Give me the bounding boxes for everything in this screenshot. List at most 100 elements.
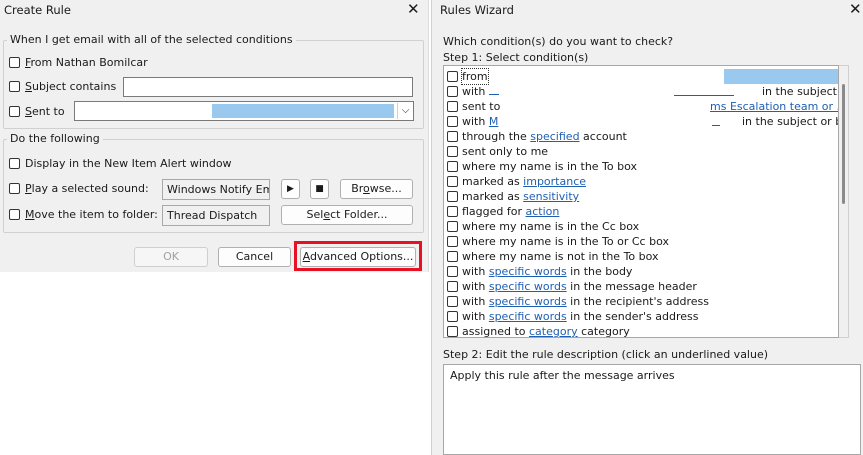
condition-row[interactable]: with specific words in the recipient's a…	[444, 294, 834, 309]
condition-row[interactable]: with in the subject	[444, 84, 837, 99]
condition-link[interactable]: action	[526, 205, 560, 218]
condition-link[interactable]: category	[529, 325, 578, 337]
rule-description-box[interactable]: Apply this rule after the message arrive…	[443, 364, 861, 455]
condition-checkbox[interactable]	[447, 71, 458, 82]
play-sound-checkbox[interactable]	[9, 183, 20, 194]
condition-text: where my name is in the To box	[462, 159, 637, 174]
subject-input[interactable]	[123, 77, 413, 97]
condition-post: category	[577, 325, 630, 338]
condition-post: in the message header	[566, 280, 697, 293]
condition-pre: marked as	[462, 190, 524, 203]
condition-link[interactable]	[488, 94, 499, 95]
subject-checkbox[interactable]	[9, 81, 20, 92]
conditions-list: from with in the subject sent to ms Escala…	[443, 65, 839, 338]
from-checkbox[interactable]	[9, 57, 20, 68]
condition-row[interactable]: marked as sensitivity	[444, 189, 834, 204]
condition-text: flagged for action	[462, 204, 559, 219]
condition-link[interactable]: sensitivity	[523, 190, 579, 203]
step1-label: Step 1: Select condition(s)	[443, 51, 589, 64]
display-alert-checkbox[interactable]	[9, 158, 20, 169]
condition-pre: flagged for	[462, 205, 526, 218]
condition-link[interactable]: specific words	[489, 295, 567, 308]
condition-pre: with	[462, 295, 489, 308]
condition-checkbox[interactable]	[447, 116, 458, 127]
condition-text: marked as sensitivity	[462, 189, 579, 204]
condition-checkbox[interactable]	[447, 101, 458, 112]
condition-text: through the specified account	[462, 129, 627, 144]
condition-pre: where my name is not in the To box	[462, 250, 659, 263]
condition-link[interactable]: M	[489, 115, 499, 128]
cancel-button[interactable]: Cancel	[218, 247, 291, 267]
condition-checkbox[interactable]	[447, 176, 458, 187]
subject-label: Subject contains	[25, 80, 117, 93]
condition-pre: assigned to	[462, 325, 529, 338]
condition-row[interactable]: marked as importance	[444, 174, 834, 189]
condition-checkbox[interactable]	[447, 221, 458, 232]
condition-text: sent only to me	[462, 144, 548, 159]
condition-text: with specific words in the recipient's a…	[462, 294, 709, 309]
condition-row[interactable]: where my name is in the To or Cc box	[444, 234, 834, 249]
condition-checkbox[interactable]	[447, 251, 458, 262]
from-label: From Nathan Bomilcar	[25, 56, 148, 69]
rules-wizard-title: Rules Wizard	[440, 3, 514, 17]
condition-text: sent to ms Escalation team or ...	[462, 99, 838, 114]
condition-link[interactable]: specific words	[489, 265, 567, 278]
condition-link[interactable]: specific words	[489, 310, 567, 323]
select-folder-button[interactable]: Select Folder...	[281, 205, 413, 225]
condition-row[interactable]: with specific words in the body	[444, 264, 834, 279]
chevron-down-icon[interactable]: ⌵	[397, 103, 413, 119]
condition-post: account	[579, 130, 627, 143]
ok-button[interactable]: OK	[134, 247, 208, 267]
condition-checkbox[interactable]	[447, 311, 458, 322]
condition-row[interactable]: flagged for action	[444, 204, 834, 219]
conditions-scrollbar[interactable]	[839, 65, 849, 338]
condition-link[interactable]: ms Escalation team or ...	[710, 99, 838, 114]
browse-button[interactable]: Browse...	[340, 179, 413, 199]
condition-row[interactable]: where my name is in the Cc box	[444, 219, 834, 234]
condition-checkbox[interactable]	[447, 191, 458, 202]
condition-pre: with	[462, 280, 489, 293]
close-icon[interactable]: ✕	[849, 2, 862, 17]
sound-field: Windows Notify Em	[162, 179, 270, 200]
condition-checkbox[interactable]	[447, 236, 458, 247]
condition-checkbox[interactable]	[447, 266, 458, 277]
condition-row[interactable]: where my name is not in the To box	[444, 249, 834, 264]
redacted-link-underline	[674, 95, 734, 96]
condition-link[interactable]: specific words	[489, 280, 567, 293]
condition-text: with specific words in the body	[462, 264, 632, 279]
play-icon[interactable]: ▶	[281, 179, 300, 199]
sent-to-checkbox[interactable]	[9, 106, 20, 117]
close-icon[interactable]: ✕	[407, 2, 420, 17]
condition-text: where my name is not in the To box	[462, 249, 659, 264]
condition-checkbox[interactable]	[447, 146, 458, 157]
condition-pre: where my name is in the To box	[462, 160, 638, 173]
condition-checkbox[interactable]	[447, 296, 458, 307]
condition-checkbox[interactable]	[447, 326, 458, 337]
condition-row[interactable]: assigned to category category	[444, 324, 834, 338]
condition-checkbox[interactable]	[447, 86, 458, 97]
condition-pre: sent to	[462, 100, 501, 113]
condition-checkbox[interactable]	[447, 161, 458, 172]
condition-checkbox[interactable]	[447, 206, 458, 217]
condition-row[interactable]: with specific words in the message heade…	[444, 279, 834, 294]
selection-highlight	[724, 69, 838, 84]
condition-row[interactable]: where my name is in the To box	[444, 159, 834, 174]
stop-icon[interactable]: ■	[310, 179, 329, 199]
condition-text: with in the subject	[462, 84, 837, 99]
condition-pre: where my name is in the Cc box	[462, 220, 640, 233]
condition-pre: from	[462, 70, 488, 83]
scrollbar-thumb[interactable]	[842, 84, 845, 204]
condition-checkbox[interactable]	[447, 131, 458, 142]
condition-link[interactable]: importance	[523, 175, 586, 188]
condition-row[interactable]: with Min the subject or body	[444, 114, 838, 129]
move-folder-checkbox[interactable]	[9, 209, 20, 220]
condition-pre: with	[462, 115, 489, 128]
condition-row[interactable]: with specific words in the sender's addr…	[444, 309, 834, 324]
condition-row[interactable]: sent only to me	[444, 144, 834, 159]
condition-row[interactable]: through the specified account	[444, 129, 834, 144]
condition-link[interactable]: specified	[530, 130, 579, 143]
sent-to-dropdown[interactable]: ⌵	[74, 101, 414, 121]
condition-checkbox[interactable]	[447, 281, 458, 292]
advanced-options-button[interactable]: Advanced Options...	[300, 247, 416, 267]
condition-row[interactable]: sent to ms Escalation team or ...	[444, 99, 838, 114]
